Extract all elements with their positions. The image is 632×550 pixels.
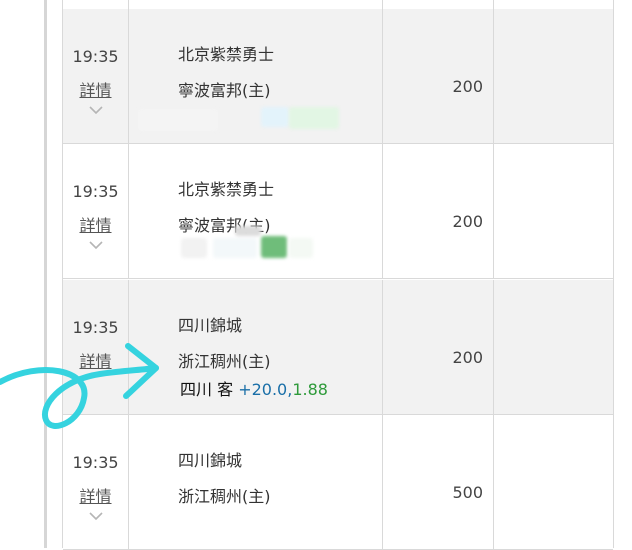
table-row: 19:35 詳情 北京紫禁勇士 寧波富邦(主) 200: [63, 144, 613, 279]
chevron-down-icon[interactable]: [89, 511, 103, 521]
match-time: 19:35: [72, 453, 119, 472]
team-away: 四川錦城: [178, 316, 243, 335]
bet-amount: 200: [452, 348, 483, 367]
bets-table: 19:35 詳情 北京紫禁勇士 寧波富邦(主) 200 19:35 詳情 北京紫…: [62, 0, 614, 550]
table-row: 19:35 詳情 北京紫禁勇士 寧波富邦(主) 200: [63, 9, 613, 144]
bet-amount: 200: [452, 77, 483, 96]
chevron-down-icon[interactable]: [89, 240, 103, 250]
team-home: 寧波富邦(主): [178, 81, 271, 100]
bet-selection: 四川 客 +20.0,1.88: [180, 376, 328, 400]
page-left-border: [44, 0, 47, 548]
team-away: 四川錦城: [178, 451, 243, 470]
bet-amount: 500: [452, 483, 483, 502]
bet-odds: 1.88: [292, 380, 328, 399]
match-time: 19:35: [72, 47, 119, 66]
detail-link[interactable]: 詳情: [63, 77, 128, 101]
bet-side: 四川 客: [180, 380, 234, 399]
team-home: 浙江稠州(主): [178, 352, 271, 371]
match-time: 19:35: [72, 182, 119, 201]
detail-link[interactable]: 詳情: [63, 212, 128, 236]
chevron-down-icon[interactable]: [89, 105, 103, 115]
hand-drawn-arrow-icon: [0, 343, 159, 429]
team-away: 北京紫禁勇士: [178, 180, 275, 199]
bet-handicap-line: +20.0,: [238, 380, 293, 399]
team-away: 北京紫禁勇士: [178, 45, 275, 64]
team-home: 浙江稠州(主): [178, 487, 271, 506]
detail-link[interactable]: 詳情: [63, 483, 128, 507]
bet-amount: 200: [452, 212, 483, 231]
